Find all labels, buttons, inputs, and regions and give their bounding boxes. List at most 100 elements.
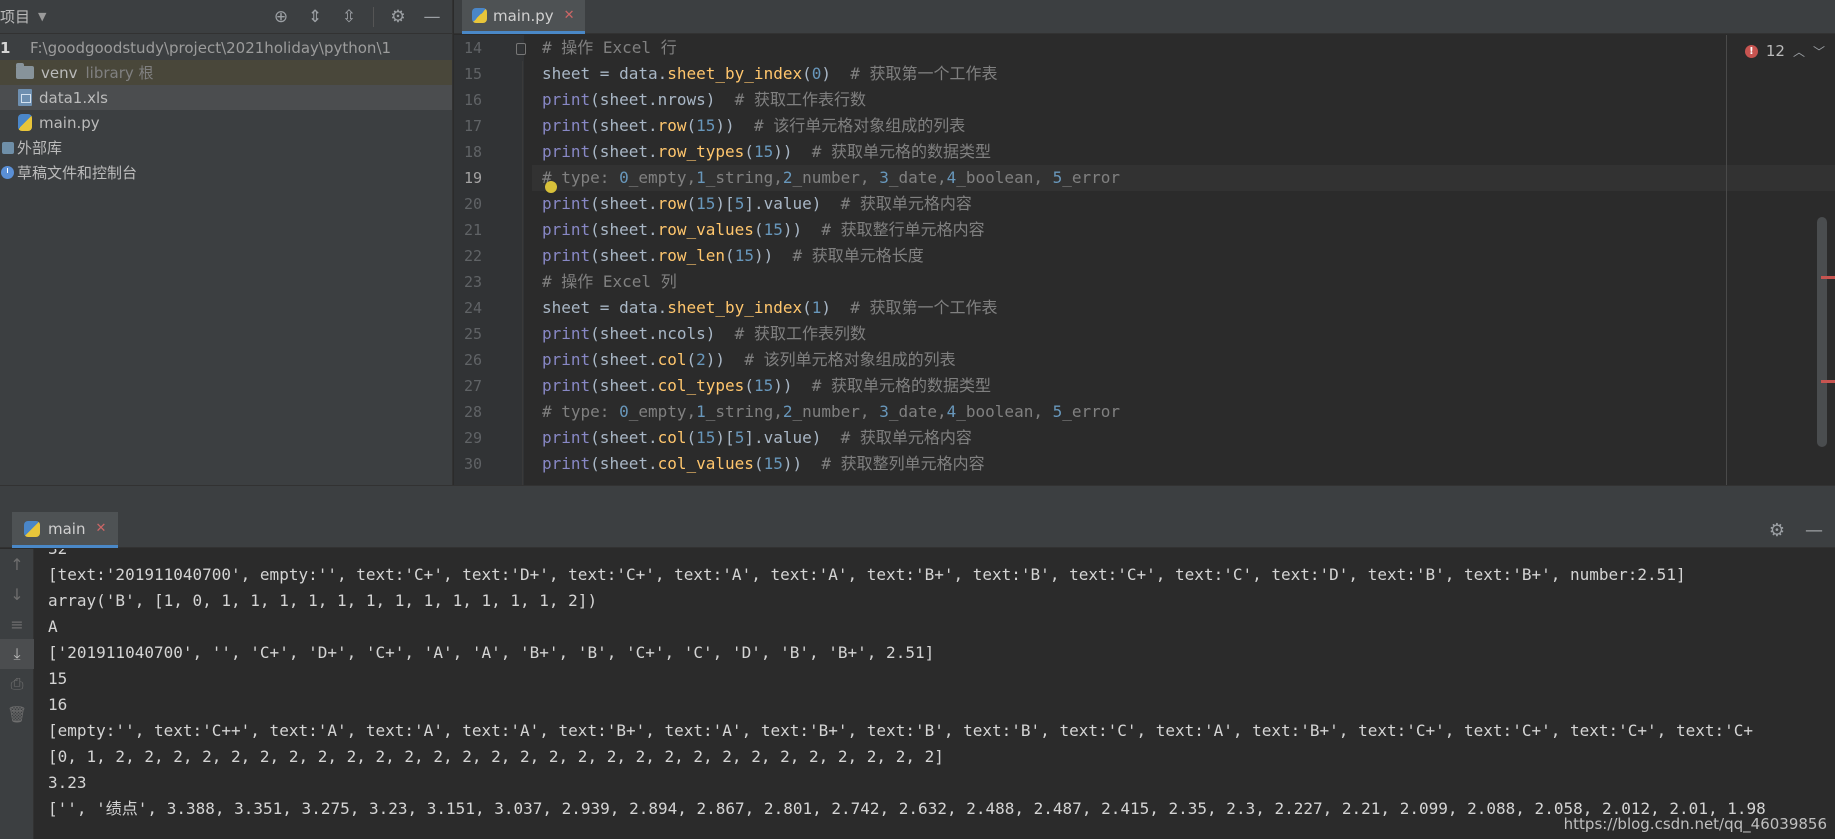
- chevron-down-icon[interactable]: ▼: [38, 10, 46, 23]
- code-token: row_types: [657, 142, 745, 161]
- excel-file-icon: [18, 89, 32, 106]
- code-line[interactable]: # type: 0_empty,1_string,2_number, 3_dat…: [532, 165, 1835, 191]
- editor-scrollbar[interactable]: [1817, 217, 1827, 447]
- scroll-to-end-icon[interactable]: ⤓: [0, 639, 34, 669]
- code-token: # 获取第一个工作表: [850, 64, 998, 83]
- code-token: col: [657, 350, 687, 369]
- line-number[interactable]: 21: [454, 217, 512, 243]
- code-line[interactable]: print(sheet.row_len(15)) # 获取单元格长度: [532, 243, 1835, 269]
- inspection-widget[interactable]: ! 12 ︿ ﹀: [1744, 41, 1825, 61]
- console-line: 15: [48, 669, 68, 688]
- code-token: 0: [619, 168, 629, 187]
- code-token: 15: [753, 142, 774, 161]
- code-line[interactable]: print(sheet.row(15)) # 该行单元格对象组成的列表: [532, 113, 1835, 139]
- code-line[interactable]: sheet = data.sheet_by_index(0) # 获取第一个工作…: [532, 61, 1835, 87]
- line-number[interactable]: 23: [454, 269, 512, 295]
- code-line[interactable]: # 操作 Excel 列: [532, 269, 1835, 295]
- error-stripe-marker[interactable]: [1821, 380, 1835, 383]
- tab-main-py[interactable]: main.py ✕: [462, 0, 585, 34]
- library-root-note: library 根: [85, 64, 154, 82]
- code-token: 0: [619, 402, 629, 421]
- line-number[interactable]: 15: [454, 61, 512, 87]
- code-token: (: [686, 428, 697, 447]
- code-line[interactable]: print(sheet.row_types(15)) # 获取单元格的数据类型: [532, 139, 1835, 165]
- code-line[interactable]: print(sheet.col_values(15)) # 获取整列单元格内容: [532, 451, 1835, 477]
- tree-root[interactable]: 1 F:\goodgoodstudy\project\2021holiday\p…: [0, 35, 452, 60]
- close-icon[interactable]: ✕: [95, 521, 106, 536]
- code-token: (: [753, 454, 764, 473]
- code-token: sheet_by_index: [667, 298, 803, 317]
- code-line[interactable]: print(sheet.ncols) # 获取工作表列数: [532, 321, 1835, 347]
- intention-bulb-icon[interactable]: [545, 181, 557, 193]
- line-number[interactable]: 27: [454, 373, 512, 399]
- code-token: 15: [696, 116, 716, 135]
- console-line: A: [48, 617, 58, 636]
- code-token: _empty,: [628, 402, 697, 421]
- code-line[interactable]: print(sheet.row(15)[5].value) # 获取单元格内容: [532, 191, 1835, 217]
- chevron-up-icon[interactable]: ︿: [1793, 43, 1805, 60]
- soft-wrap-icon[interactable]: ≡: [0, 609, 34, 639]
- code-token: (: [725, 246, 735, 265]
- line-number[interactable]: 28: [454, 399, 512, 425]
- hide-icon[interactable]: —: [422, 7, 442, 27]
- code-line[interactable]: sheet = data.sheet_by_index(1) # 获取第一个工作…: [532, 295, 1835, 321]
- expand-all-icon[interactable]: ⇕: [305, 7, 325, 27]
- line-number[interactable]: 25: [454, 321, 512, 347]
- line-number[interactable]: 16: [454, 87, 512, 113]
- gear-icon[interactable]: ⚙: [1769, 520, 1785, 541]
- line-number[interactable]: 17: [454, 113, 512, 139]
- trash-icon[interactable]: 🗑: [0, 699, 34, 729]
- tree-item-label: data1.xls: [39, 88, 108, 107]
- console-line: [0, 1, 2, 2, 2, 2, 2, 2, 2, 2, 2, 2, 2, …: [48, 747, 944, 766]
- console-line: ['201911040700', '', 'C+', 'D+', 'C+', '…: [48, 643, 935, 662]
- run-tab-main[interactable]: main ✕: [12, 512, 119, 548]
- console-output[interactable]: 32 [text:'201911040700', empty:'', text:'…: [48, 549, 1835, 839]
- code-line[interactable]: print(sheet.col(15)[5].value) # 获取单元格内容: [532, 425, 1835, 451]
- collapse-all-icon[interactable]: ⇳: [339, 7, 359, 27]
- line-number[interactable]: 18: [454, 139, 512, 165]
- hide-icon[interactable]: —: [1805, 520, 1823, 541]
- fold-icon[interactable]: [516, 43, 526, 55]
- code-token: (sheet.: [590, 350, 658, 369]
- code-editor[interactable]: 14 15 16 17 18 19 20 21 22 23 24 25 26 27 28 29 30 # 操作 …: [454, 35, 1835, 485]
- code-token: row: [657, 116, 687, 135]
- code-line[interactable]: print(sheet.col_types(15)) # 获取单元格的数据类型: [532, 373, 1835, 399]
- line-number[interactable]: 26: [454, 347, 512, 373]
- arrow-up-icon[interactable]: ↑: [0, 549, 34, 579]
- tree-item-data1-xls[interactable]: data1.xls: [0, 85, 452, 110]
- panel-splitter[interactable]: [0, 485, 1835, 512]
- chevron-down-icon[interactable]: ﹀: [1813, 43, 1825, 60]
- line-number[interactable]: 24: [454, 295, 512, 321]
- tree-item-external-libraries[interactable]: 外部库: [0, 135, 452, 160]
- close-icon[interactable]: ✕: [564, 8, 575, 23]
- code-line[interactable]: print(sheet.row_values(15)) # 获取整行单元格内容: [532, 217, 1835, 243]
- tree-item-label: 外部库: [17, 139, 63, 157]
- error-stripe-marker[interactable]: [1821, 276, 1835, 279]
- locate-icon[interactable]: ⊕: [271, 7, 291, 27]
- line-number[interactable]: 22: [454, 243, 512, 269]
- error-count: 12: [1765, 42, 1785, 60]
- tree-item-main-py[interactable]: main.py: [0, 110, 452, 135]
- code-token: col_types: [657, 376, 745, 395]
- tree-item-scratches[interactable]: 草稿文件和控制台: [0, 160, 452, 185]
- line-number[interactable]: 19: [454, 165, 512, 191]
- code-line[interactable]: print(sheet.nrows) # 获取工作表行数: [532, 87, 1835, 113]
- code-line[interactable]: # type: 0_empty,1_string,2_number, 3_dat…: [532, 399, 1835, 425]
- tree-item-label: 草稿文件和控制台: [17, 164, 138, 182]
- code-token: # 获取单元格内容: [840, 194, 972, 213]
- code-token: _number,: [792, 402, 880, 421]
- gear-icon[interactable]: ⚙: [388, 7, 408, 27]
- line-number[interactable]: 30: [454, 451, 512, 477]
- code-token: 3: [879, 168, 889, 187]
- tree-item-venv[interactable]: venv library 根: [0, 60, 452, 85]
- arrow-down-icon[interactable]: ↓: [0, 579, 34, 609]
- line-number[interactable]: 20: [454, 191, 512, 217]
- project-view-selector[interactable]: 项目: [0, 6, 30, 27]
- code-token: (: [744, 142, 754, 161]
- line-number[interactable]: 14: [454, 35, 512, 61]
- code-line[interactable]: print(sheet.col(2)) # 该列单元格对象组成的列表: [532, 347, 1835, 373]
- line-number[interactable]: 29: [454, 425, 512, 451]
- code-line[interactable]: # 操作 Excel 行: [532, 35, 1835, 61]
- code-token: )): [782, 220, 822, 239]
- print-icon[interactable]: ⎙: [0, 669, 34, 699]
